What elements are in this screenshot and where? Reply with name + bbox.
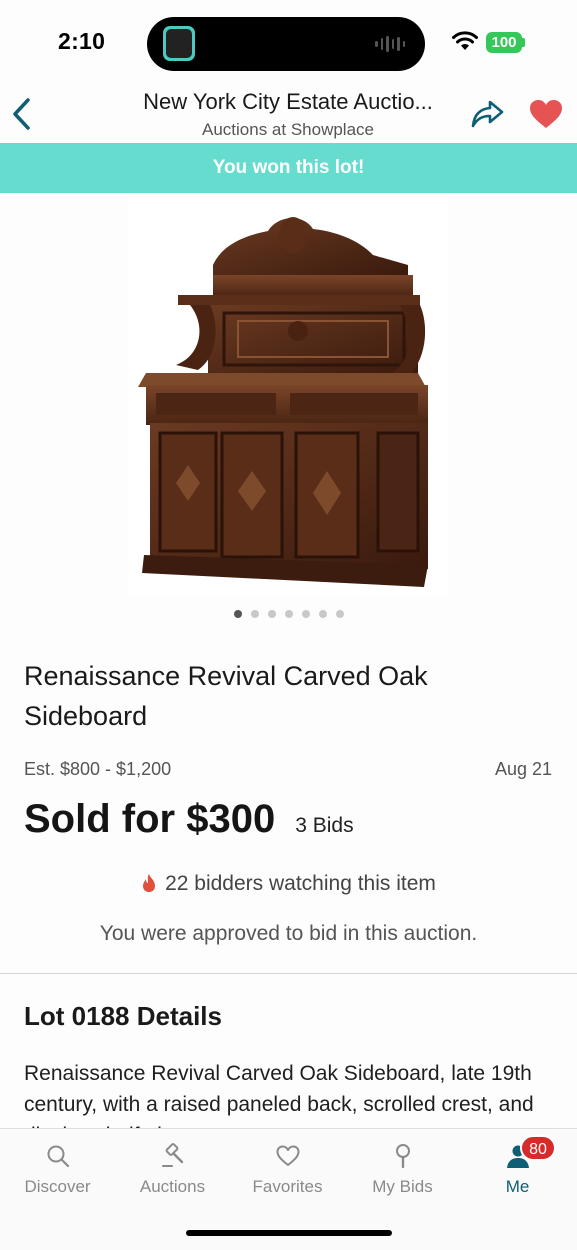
carousel-dot[interactable] <box>301 610 310 618</box>
watchers-info: 22 bidders watching this item <box>0 872 577 896</box>
tab-auctions[interactable]: Auctions <box>115 1143 230 1197</box>
favorite-heart-icon[interactable] <box>528 98 564 130</box>
share-icon[interactable] <box>470 98 506 130</box>
flame-icon <box>143 874 156 892</box>
carousel-dots[interactable] <box>0 610 577 622</box>
status-bar: 2:10 100 <box>0 0 577 84</box>
nav-header: New York City Estate Auctio... Auctions … <box>0 84 577 142</box>
bid-count[interactable]: 3 Bids <box>295 814 353 838</box>
details-heading: Lot 0188 Details <box>24 1001 222 1031</box>
auction-house-name[interactable]: Auctions at Showplace <box>150 120 426 140</box>
dynamic-island[interactable] <box>147 17 425 71</box>
auction-title[interactable]: New York City Estate Auctio... <box>132 89 444 115</box>
now-playing-app-icon <box>163 26 195 61</box>
tab-label: My Bids <box>372 1177 433 1196</box>
section-divider <box>0 973 577 974</box>
sold-price: Sold for $300 <box>24 797 276 841</box>
tab-me[interactable]: Me 80 <box>460 1135 575 1197</box>
lot-date: Aug 21 <box>494 759 552 779</box>
tab-my-bids[interactable]: My Bids <box>345 1143 460 1197</box>
notification-badge: 80 <box>520 1135 556 1161</box>
lot-image-carousel[interactable] <box>0 193 577 603</box>
gavel-icon <box>161 1143 183 1167</box>
carousel-dot[interactable] <box>335 610 344 618</box>
tab-label: Discover <box>24 1177 91 1196</box>
heart-outline-icon <box>276 1145 299 1166</box>
carousel-dot[interactable] <box>233 610 242 618</box>
status-time: 2:10 <box>58 28 106 54</box>
lot-estimate: Est. $800 - $1,200 <box>24 759 172 779</box>
lot-image[interactable] <box>128 195 448 597</box>
carousel-dot[interactable] <box>267 610 276 618</box>
approval-status: You were approved to bid in this auction… <box>99 922 478 945</box>
paddle-icon <box>395 1144 410 1169</box>
carousel-dot[interactable] <box>318 610 327 618</box>
details-description: Renaissance Revival Carved Oak Sideboard… <box>24 1062 534 1128</box>
carousel-dot[interactable] <box>250 610 259 618</box>
tab-label: Me <box>505 1177 530 1196</box>
battery-tip <box>522 38 525 47</box>
sideboard-photo <box>138 217 428 587</box>
search-icon <box>47 1145 69 1168</box>
tab-label: Favorites <box>252 1177 323 1196</box>
tab-label: Auctions <box>139 1177 206 1196</box>
back-chevron-icon[interactable] <box>10 96 34 132</box>
home-indicator[interactable] <box>186 1230 392 1236</box>
tab-discover[interactable]: Discover <box>0 1143 115 1197</box>
audio-wave-icon <box>375 35 405 53</box>
screen: 2:10 100 New York City Estate Auctio... … <box>0 0 577 1250</box>
tab-favorites[interactable]: Favorites <box>230 1143 345 1197</box>
battery-indicator: 100 <box>486 32 522 53</box>
won-lot-banner: You won this lot! <box>0 143 577 193</box>
watchers-text: 22 bidders watching this item <box>165 872 436 895</box>
sold-row: Sold for $300 3 Bids <box>24 797 354 853</box>
carousel-dot[interactable] <box>284 610 293 618</box>
lot-title: Renaissance Revival Carved Oak Sideboard <box>24 661 428 731</box>
wifi-icon <box>452 31 478 50</box>
